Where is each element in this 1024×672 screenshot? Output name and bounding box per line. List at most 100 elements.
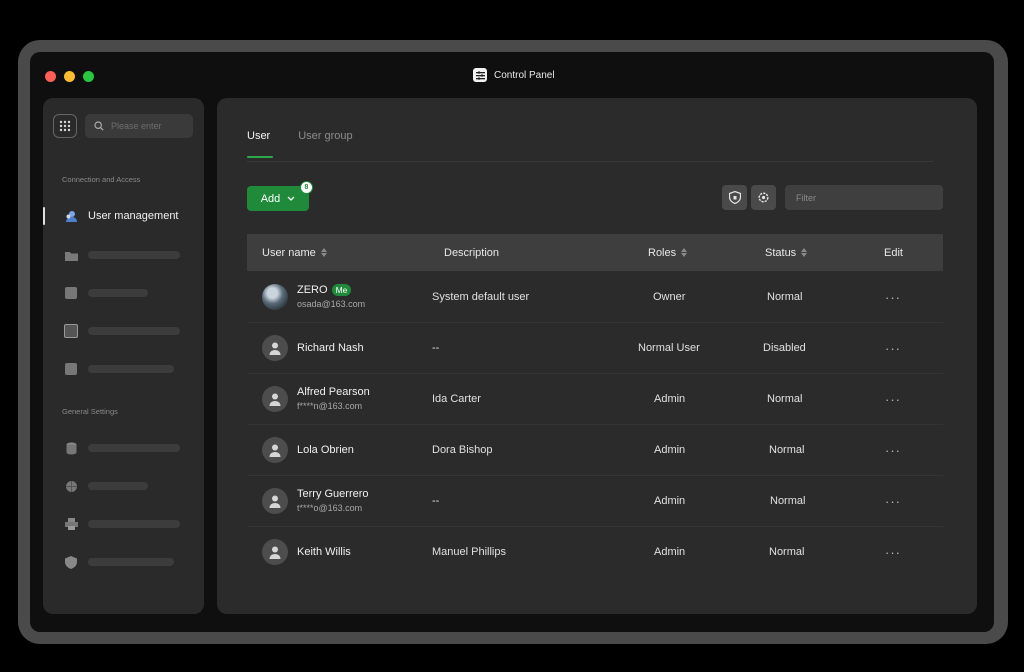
user-name-text: ZERO — [297, 284, 328, 296]
user-name-text: Terry Guerrero — [297, 488, 369, 500]
more-actions-button[interactable]: ··· — [885, 374, 901, 424]
shield-lock-icon — [728, 191, 741, 204]
search-icon — [94, 121, 104, 131]
column-header-roles[interactable]: Roles — [648, 234, 688, 271]
user-email: t****o@163.com — [297, 503, 363, 513]
shield-icon — [64, 555, 78, 569]
table-row[interactable]: Richard Nash -- Normal User Disabled ··· — [247, 323, 943, 374]
section-label-connection: Connection and Access — [62, 175, 141, 184]
add-button-label: Add — [260, 192, 281, 205]
sidebar-search-input[interactable] — [109, 120, 193, 132]
sidebar-item-placeholder — [88, 327, 180, 335]
add-count-badge: 8 — [300, 181, 313, 194]
user-name: Lola Obrien — [297, 444, 354, 456]
sidebar-item-placeholder — [88, 251, 180, 259]
more-actions-button[interactable]: ··· — [885, 323, 901, 373]
sidebar-item-contacts[interactable] — [43, 319, 204, 343]
sidebar-item-user-management[interactable]: User management — [43, 204, 204, 228]
printer-icon — [64, 517, 78, 531]
column-header-edit: Edit — [884, 234, 903, 271]
sidebar-item-terminal[interactable] — [43, 357, 204, 381]
table-row[interactable]: ZERO Me osada@163.com System default use… — [247, 272, 943, 323]
table-row[interactable]: Terry Guerrero t****o@163.com -- Admin N… — [247, 476, 943, 527]
table-row[interactable]: Keith Willis Manuel Phillips Admin Norma… — [247, 527, 943, 577]
user-role: Admin — [654, 546, 686, 558]
column-header-username[interactable]: User name — [262, 234, 327, 271]
user-description: Dora Bishop — [432, 444, 493, 456]
more-actions-button[interactable]: ··· — [885, 476, 901, 526]
tab-user-group[interactable]: User group — [298, 130, 352, 158]
column-header-description: Description — [444, 234, 499, 271]
sidebar-item-storage[interactable] — [43, 436, 204, 460]
folder-icon — [64, 248, 78, 262]
database-icon — [64, 441, 78, 455]
column-header-label: Description — [444, 246, 500, 259]
table-row[interactable]: Lola Obrien Dora Bishop Admin Normal ··· — [247, 425, 943, 476]
user-status: Normal — [769, 444, 805, 456]
sidebar-item-placeholder — [88, 289, 148, 297]
sidebar-item-network[interactable] — [43, 474, 204, 498]
chevron-down-icon — [287, 196, 295, 201]
user-name-text: Keith Willis — [297, 546, 351, 558]
user-role: Admin — [654, 495, 686, 507]
sidebar-item-folder[interactable] — [43, 243, 204, 267]
close-window-button[interactable] — [45, 71, 56, 82]
column-header-status[interactable]: Status — [765, 234, 808, 271]
user-status: Normal — [769, 546, 805, 558]
tab-bar: User User group — [247, 130, 353, 158]
grid-icon — [59, 120, 71, 132]
more-actions-button[interactable]: ··· — [885, 272, 901, 322]
sidebar-item-devices[interactable] — [43, 512, 204, 536]
user-email: f****n@163.com — [297, 401, 363, 411]
column-header-label: Status — [765, 246, 797, 259]
tab-user[interactable]: User — [247, 130, 274, 158]
table-row[interactable]: Alfred Pearson f****n@163.com Ida Carter… — [247, 374, 943, 425]
user-status: Normal — [767, 291, 803, 303]
user-name: ZERO Me — [297, 284, 352, 296]
sidebar-item-edit[interactable] — [43, 281, 204, 305]
user-name: Alfred Pearson — [297, 386, 370, 398]
user-avatar-icon — [262, 335, 288, 361]
user-name: Richard Nash — [297, 342, 364, 354]
filter-input[interactable] — [794, 191, 938, 204]
sidebar-item-label: User management — [88, 210, 179, 222]
user-name: Keith Willis — [297, 546, 351, 558]
control-panel-app-icon — [473, 68, 487, 82]
sort-icon — [801, 248, 808, 257]
user-avatar-icon — [262, 539, 288, 565]
contact-card-icon — [64, 324, 78, 338]
sidebar-item-placeholder — [88, 365, 174, 373]
user-email: osada@163.com — [297, 299, 366, 309]
sort-icon — [320, 248, 327, 257]
sidebar-item-placeholder — [88, 558, 174, 566]
user-role: Owner — [653, 291, 686, 303]
user-status: Normal — [767, 393, 803, 405]
sidebar-item-security[interactable] — [43, 550, 204, 574]
user-description: -- — [432, 495, 440, 507]
me-badge: Me — [331, 284, 352, 296]
more-actions-button[interactable]: ··· — [885, 425, 901, 475]
security-button[interactable] — [722, 185, 747, 210]
edit-doc-icon — [64, 286, 78, 300]
gear-icon — [758, 192, 769, 203]
sidebar: Connection and Access User management Ge… — [43, 98, 204, 614]
sidebar-item-placeholder — [88, 444, 180, 452]
apps-grid-button[interactable] — [53, 114, 77, 138]
user-description: Ida Carter — [432, 393, 481, 405]
user-avatar-photo — [262, 284, 288, 310]
settings-button[interactable] — [751, 185, 776, 210]
maximize-window-button[interactable] — [83, 71, 94, 82]
sidebar-search[interactable] — [85, 114, 193, 138]
window-title: Control Panel — [473, 68, 555, 82]
filter-field[interactable] — [785, 185, 943, 210]
user-role: Normal User — [638, 342, 700, 354]
more-actions-button[interactable]: ··· — [885, 527, 901, 577]
user-description: -- — [432, 342, 440, 354]
tab-divider — [247, 161, 933, 162]
sidebar-item-placeholder — [88, 482, 148, 490]
globe-icon — [64, 479, 78, 493]
minimize-window-button[interactable] — [64, 71, 75, 82]
user-status: Normal — [770, 495, 806, 507]
terminal-icon — [64, 362, 78, 376]
user-avatar-icon — [262, 488, 288, 514]
